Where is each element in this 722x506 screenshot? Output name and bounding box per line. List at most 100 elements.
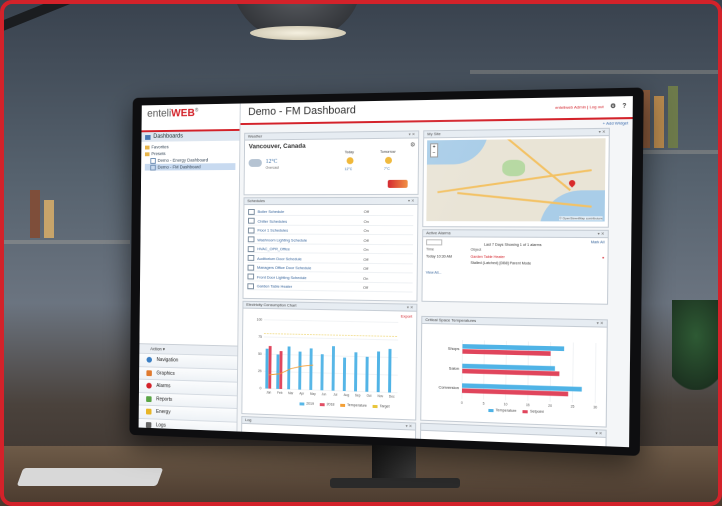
- weather-city: Vancouver, Canada: [248, 142, 306, 151]
- schedule-row[interactable]: Washroom Lighting Schedule Off: [247, 235, 414, 245]
- shelf: [470, 70, 722, 74]
- alarm-filter-select[interactable]: [426, 239, 443, 246]
- schedule-row[interactable]: Garden Table Heater Off: [247, 282, 413, 293]
- map-zoom-controls[interactable]: + −: [430, 143, 439, 158]
- logs-icon: [145, 421, 152, 428]
- today-temp: 12°C: [344, 167, 353, 172]
- lamp-arm: [0, 0, 223, 40]
- user-logout-link[interactable]: enteliweb Admin | Log out: [555, 104, 604, 110]
- app-logo[interactable]: enteliWEB®: [141, 103, 240, 133]
- help-icon[interactable]: ?: [622, 103, 626, 109]
- panel-controls-icon[interactable]: ▾ ✕: [599, 129, 606, 135]
- alarm-row[interactable]: Today 10:30 AM Garden Table Heater ●: [426, 254, 604, 260]
- calendar-icon: [247, 282, 255, 289]
- view-all-link[interactable]: View All...: [426, 271, 604, 277]
- schedule-row[interactable]: Front Door Lighting Schedule On: [247, 273, 413, 283]
- schedule-name: Front Door Lighting Schedule: [256, 274, 307, 280]
- site-map[interactable]: + − © OpenStreetMap contributors: [426, 138, 606, 222]
- weather-network-logo: [387, 179, 408, 188]
- schedule-state: On: [363, 246, 369, 252]
- bar: [268, 345, 272, 389]
- bar: [265, 348, 269, 389]
- cloud-icon: [248, 159, 262, 167]
- bar: [279, 351, 283, 390]
- page-title: Demo - FM Dashboard: [248, 104, 356, 119]
- dashboard-tree: Favorites Presets Demo - Energy Dashboar…: [141, 141, 239, 173]
- x-tick-label: 30: [593, 405, 597, 409]
- schedule-row[interactable]: Floor 1 Schedules On: [247, 226, 414, 236]
- x-tick-label: 20: [548, 404, 552, 408]
- column-time: Time: [426, 247, 434, 252]
- tomorrow-temp: 7°C: [383, 166, 390, 171]
- x-tick-label: Jan: [266, 390, 271, 394]
- panel-controls-icon[interactable]: ▾ ✕: [598, 231, 605, 237]
- critical-temps-panel: Critical Space Temperatures ▾ ✕ 0 5 10 15 20 2…: [420, 315, 608, 428]
- schedules-panel: Schedules ▾ ✕ Boiler Schedule Off Chiller S…: [242, 196, 419, 302]
- schedule-name: Floor 1 Schedules: [257, 227, 289, 233]
- calendar-icon: [247, 227, 255, 233]
- x-tick-label: 25: [571, 404, 575, 408]
- sun-icon: [346, 157, 354, 165]
- weather-temp: 12°C: [265, 158, 278, 165]
- schedule-row[interactable]: Managers Office Door Schedule Off: [247, 263, 413, 274]
- schedule-row[interactable]: Auditorium Door Schedule Off: [247, 254, 413, 264]
- alarm-flag-icon: ●: [601, 255, 605, 260]
- calendar-icon: [247, 245, 255, 252]
- panel-controls-icon[interactable]: ▾ ✕: [595, 430, 602, 436]
- folder-icon: [144, 152, 150, 157]
- temperature-line: [269, 364, 313, 376]
- bar: [354, 352, 358, 392]
- map-park: [502, 159, 526, 177]
- tree-item-fm-dashboard[interactable]: Demo - FM Dashboard: [144, 163, 236, 171]
- panel-header: Schedules ▾ ✕: [244, 197, 418, 206]
- category-label: Conversion: [438, 385, 458, 391]
- document-icon: [150, 164, 156, 171]
- reports-icon: [146, 395, 152, 402]
- calendar-icon: [247, 264, 255, 271]
- bar: [287, 346, 291, 390]
- x-tick-label: May: [310, 392, 316, 396]
- mark-all-link[interactable]: Mark All: [591, 240, 605, 244]
- dashboard-icon: [145, 134, 151, 140]
- schedule-row[interactable]: HVAC_OPR_Office On: [247, 245, 414, 255]
- navigation-icon: [146, 357, 153, 363]
- nav-logs[interactable]: Logs: [138, 417, 237, 435]
- x-tick-label: 5: [483, 402, 485, 406]
- location-pin-icon[interactable]: [567, 178, 577, 188]
- schedule-name: Managers Office Door Schedule: [256, 264, 312, 271]
- legend-item-target: Target: [372, 404, 390, 409]
- calendar-icon: [248, 208, 255, 215]
- panel-controls-icon[interactable]: ▾ ✕: [406, 423, 413, 429]
- gridline: [573, 343, 574, 403]
- top-bar: Demo - FM Dashboard enteliweb Admin | Lo…: [240, 96, 633, 126]
- panel-controls-icon[interactable]: ▾ ✕: [407, 305, 414, 311]
- panel-controls-icon[interactable]: ▾ ✕: [409, 131, 416, 137]
- add-widget-link[interactable]: + Add Widget: [603, 120, 629, 126]
- schedule-row[interactable]: Chiller Schedules On: [247, 217, 414, 226]
- x-tick-label: Oct: [367, 394, 372, 398]
- y-tick-label: 50: [258, 352, 262, 356]
- x-tick-label: 10: [504, 402, 508, 406]
- book: [44, 200, 54, 238]
- schedule-state: Off: [363, 265, 369, 271]
- map-attribution: © OpenStreetMap contributors: [559, 216, 603, 221]
- panel-controls-icon[interactable]: ▾ ✕: [408, 198, 415, 204]
- alarm-object: Garden Table Heater: [470, 254, 505, 260]
- x-tick-label: Sep: [355, 393, 361, 397]
- y-tick-label: 100: [257, 318, 263, 322]
- panel-controls-icon[interactable]: ▾ ✕: [597, 320, 604, 326]
- bar: [365, 357, 370, 393]
- consumption-chart: 0 25 50 75 100 Jan Feb Mar Apr May Jun Jul Aug Sep Oct…: [257, 318, 414, 399]
- bar: [298, 351, 302, 390]
- y-tick-label: 25: [258, 369, 262, 373]
- gear-icon[interactable]: ⚙: [610, 103, 616, 110]
- book: [654, 96, 664, 148]
- graphics-icon: [146, 369, 152, 376]
- settings-icon[interactable]: ⚙: [410, 142, 415, 149]
- schedule-name: Washroom Lighting Schedule: [257, 236, 308, 243]
- zoom-out-button[interactable]: −: [431, 150, 437, 156]
- schedule-row[interactable]: Boiler Schedule Off: [248, 207, 414, 217]
- monitor: enteliWEB® Dashboards Favorites Presets …: [129, 87, 644, 457]
- target-line: [264, 334, 398, 337]
- sidebar: enteliWEB® Dashboards Favorites Presets …: [138, 103, 241, 435]
